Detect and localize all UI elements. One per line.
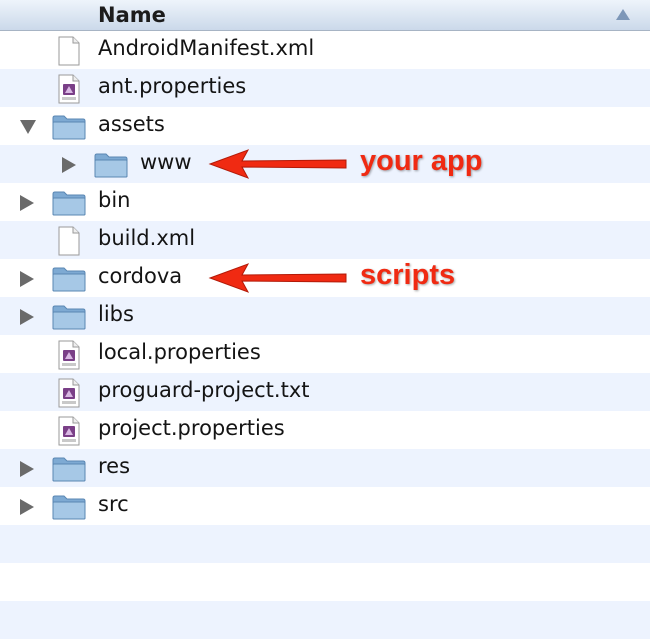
list-item — [0, 563, 650, 601]
list-item[interactable]: ant.properties — [0, 69, 650, 107]
list-item[interactable]: bin — [0, 183, 650, 221]
item-name: ant.properties — [98, 74, 247, 98]
list-item[interactable]: libs — [0, 297, 650, 335]
folder-icon — [52, 456, 86, 486]
sort-ascending-icon[interactable] — [616, 9, 630, 20]
list-item[interactable]: AndroidManifest.xml — [0, 31, 650, 69]
disclosure-triangle-collapsed-icon[interactable] — [20, 309, 34, 329]
list-item[interactable]: assets — [0, 107, 650, 145]
item-name: www — [140, 150, 192, 174]
folder-icon — [52, 190, 86, 220]
java-file-icon — [56, 340, 82, 374]
list-item[interactable]: res — [0, 449, 650, 487]
java-file-icon — [56, 416, 82, 450]
item-name: bin — [98, 188, 131, 212]
file-icon — [56, 226, 82, 260]
list-item — [0, 525, 650, 563]
item-name: cordova — [98, 264, 183, 288]
red-arrow-icon — [208, 148, 348, 184]
item-name: assets — [98, 112, 165, 136]
item-name: libs — [98, 302, 134, 326]
item-name: build.xml — [98, 226, 196, 250]
list-item — [0, 601, 650, 639]
folder-icon — [52, 304, 86, 334]
list-item[interactable]: local.properties — [0, 335, 650, 373]
disclosure-triangle-collapsed-icon[interactable] — [20, 271, 34, 291]
red-arrow-icon — [208, 262, 348, 298]
folder-icon — [52, 266, 86, 296]
file-list: AndroidManifest.xml ant.properties assets w… — [0, 31, 650, 639]
item-name: AndroidManifest.xml — [98, 36, 315, 60]
item-name: src — [98, 492, 129, 516]
disclosure-triangle-collapsed-icon[interactable] — [20, 195, 34, 215]
item-name: local.properties — [98, 340, 261, 364]
item-name: proguard-project.txt — [98, 378, 310, 402]
disclosure-triangle-collapsed-icon[interactable] — [20, 499, 34, 519]
item-name: project.properties — [98, 416, 285, 440]
column-header: Name — [0, 0, 650, 31]
disclosure-triangle-expanded-icon[interactable] — [20, 119, 36, 138]
file-icon — [56, 36, 82, 70]
list-item[interactable]: src — [0, 487, 650, 525]
folder-icon — [94, 152, 128, 182]
list-item[interactable]: build.xml — [0, 221, 650, 259]
annotation-label: your app — [360, 145, 483, 177]
list-item[interactable]: proguard-project.txt — [0, 373, 650, 411]
annotation-label: scripts — [360, 259, 456, 291]
item-name: res — [98, 454, 131, 478]
name-column-header[interactable]: Name — [98, 3, 166, 27]
text-file-icon — [56, 378, 82, 412]
folder-icon — [52, 494, 86, 524]
folder-icon — [52, 114, 86, 144]
java-file-icon — [56, 74, 82, 108]
list-item[interactable]: project.properties — [0, 411, 650, 449]
disclosure-triangle-collapsed-icon[interactable] — [62, 157, 76, 177]
disclosure-triangle-collapsed-icon[interactable] — [20, 461, 34, 481]
